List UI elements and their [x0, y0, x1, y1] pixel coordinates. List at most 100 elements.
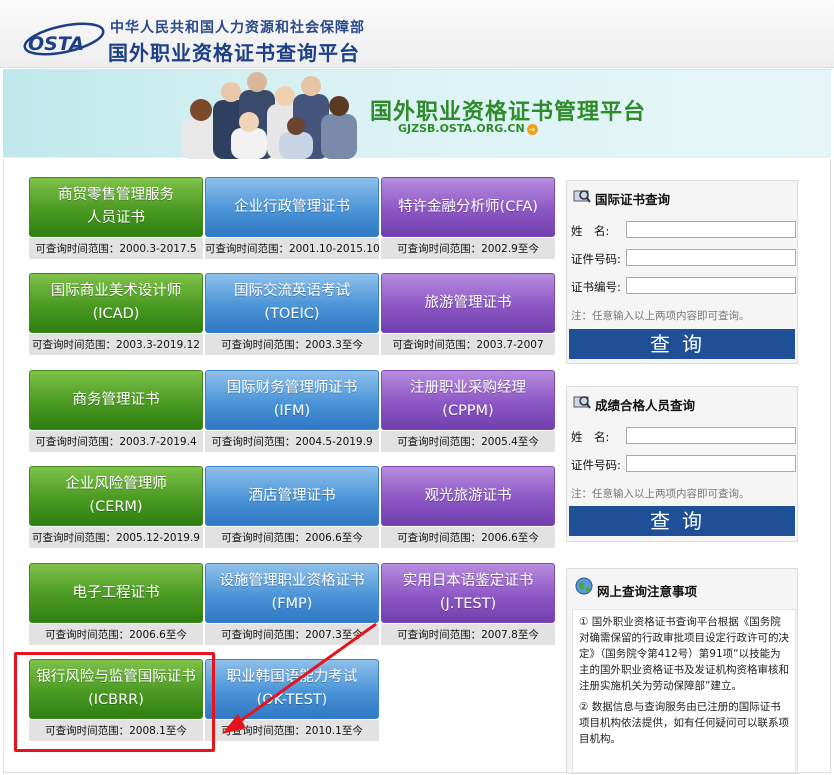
certificate-name[interactable]: 电子工程证书	[73, 582, 160, 605]
certificate-name[interactable]: 设施管理职业资格证书 (FMP)	[220, 570, 365, 616]
query-range-label: 可查询时间范围：2006.6至今	[205, 526, 379, 548]
score-query-panel: 成绩合格人员查询 姓 名: 证件号码: 注：任意输入以上两项内容即可查询。 查询	[566, 386, 798, 542]
query-range-label: 可查询时间范围：2003.7-2007	[381, 333, 555, 355]
certificate-card[interactable]: 观光旅游证书可查询时间范围：2006.6至今	[381, 466, 555, 548]
name-input[interactable]	[626, 427, 796, 444]
cert-query-panel: 国际证书查询 姓 名: 证件号码: 证书编号: 注：任意输入以上两项内容即可查询…	[566, 180, 798, 364]
certificate-button[interactable]: 企业行政管理证书	[205, 177, 379, 237]
notice-item-1: ① 国外职业资格证书查询平台根据《国务院对确需保留的行政审批项目设定行政许可的决…	[579, 616, 789, 692]
certificate-button[interactable]: 设施管理职业资格证书 (FMP)	[205, 563, 379, 623]
query-range-label: 可查询时间范围：2006.6至今	[29, 623, 203, 645]
query-range-label: 可查询时间范围：2008.1至今	[29, 719, 203, 741]
certificate-button[interactable]: 国际商业美术设计师 (ICAD)	[29, 273, 203, 333]
banner-url-text[interactable]: GJZSB.OSTA.ORG.CN	[398, 122, 525, 135]
cert-number-input[interactable]	[626, 277, 796, 294]
id-number-input[interactable]	[626, 249, 796, 266]
cert-query-title: 国际证书查询	[595, 192, 671, 207]
ministry-name: 中华人民共和国人力资源和社会保障部	[110, 20, 365, 36]
name-label: 姓 名:	[571, 224, 610, 238]
certificate-card[interactable]: 银行风险与监管国际证书 (ICBRR) 可查询时间范围：2008.1至今	[29, 659, 203, 741]
query-range-label: 可查询时间范围：2001.10-2015.10	[205, 237, 380, 259]
logo-text: OSTA	[28, 33, 84, 55]
certificate-card[interactable]: 注册职业采购经理 (CPPM) 可查询时间范围：2005.4至今	[381, 370, 555, 452]
query-range-label: 可查询时间范围：2006.6至今	[381, 526, 555, 548]
certificate-button[interactable]: 商贸零售管理服务 人员证书	[29, 177, 203, 237]
arrow-right-icon[interactable]: ➜	[526, 123, 538, 135]
certificate-card[interactable]: 电子工程证书可查询时间范围：2006.6至今	[29, 563, 203, 645]
score-query-title: 成绩合格人员查询	[595, 398, 696, 413]
query-range-label: 可查询时间范围：2003.3-2019.12	[29, 333, 203, 355]
certificate-name[interactable]: 商务管理证书	[73, 389, 160, 412]
id-number-label: 证件号码:	[571, 252, 621, 266]
certificate-button[interactable]: 观光旅游证书	[381, 466, 555, 526]
certificate-button[interactable]: 旅游管理证书	[381, 273, 555, 333]
certificate-button[interactable]: 职业韩国语能力考试 (OK-TEST)	[205, 659, 379, 719]
site-title: 国外职业资格证书查询平台	[108, 41, 360, 65]
certificate-button[interactable]: 国际交流英语考试 (TOEIC)	[205, 273, 379, 333]
certificate-card[interactable]: 设施管理职业资格证书 (FMP) 可查询时间范围：2007.3至今	[205, 563, 379, 645]
certificate-card[interactable]: 国际交流英语考试 (TOEIC) 可查询时间范围：2003.3至今	[205, 273, 379, 355]
certificate-name[interactable]: 国际交流英语考试 (TOEIC)	[234, 280, 350, 326]
notice-item-2: ② 数据信息与查询服务由已注册的国际证书项目机构依法提供，如有任何疑问可以联系项…	[579, 701, 789, 745]
banner-url[interactable]: GJZSB.OSTA.ORG.CN ➜	[398, 122, 538, 135]
certificate-card[interactable]: 企业行政管理证书可查询时间范围：2001.10-2015.10	[205, 177, 380, 259]
people-photo-image	[181, 72, 357, 159]
certificate-card[interactable]: 企业风险管理师 (CERM) 可查询时间范围：2005.12-2019.9	[29, 466, 203, 548]
certificate-card[interactable]: 商贸零售管理服务 人员证书可查询时间范围：2000.3-2017.5	[29, 177, 203, 259]
certificate-name[interactable]: 实用日本语鉴定证书 (J.TEST)	[403, 570, 534, 616]
certificate-card[interactable]: 国际财务管理师证书 (IFM) 可查询时间范围：2004.5-2019.9	[205, 370, 379, 452]
certificate-button[interactable]: 企业风险管理师 (CERM)	[29, 466, 203, 526]
cert-query-button[interactable]: 查询	[569, 329, 795, 359]
query-range-label: 可查询时间范围：2010.1至今	[205, 719, 379, 741]
certificate-card[interactable]: 特许金融分析师(CFA) 可查询时间范围：2002.9至今	[381, 177, 555, 259]
certificate-button[interactable]: 电子工程证书	[29, 563, 203, 623]
cert-number-label: 证书编号:	[571, 280, 621, 294]
score-query-button[interactable]: 查询	[569, 506, 795, 536]
query-range-label: 可查询时间范围：2007.3至今	[205, 623, 379, 645]
certificate-button[interactable]: 银行风险与监管国际证书 (ICBRR)	[29, 659, 203, 719]
certificate-button[interactable]: 酒店管理证书	[205, 466, 379, 526]
page: OSTA 中华人民共和国人力资源和社会保障部 国外职业资格证书查询平台 国外职业…	[0, 0, 834, 775]
notice-body: ① 国外职业资格证书查询平台根据《国务院对确需保留的行政审批项目设定行政许可的决…	[572, 609, 796, 773]
score-query-hint: 注：任意输入以上两项内容即可查询。	[571, 488, 750, 500]
certificate-button[interactable]: 国际财务管理师证书 (IFM)	[205, 370, 379, 430]
certificate-button[interactable]: 特许金融分析师(CFA)	[381, 177, 555, 237]
certificate-button[interactable]: 实用日本语鉴定证书 (J.TEST)	[381, 563, 555, 623]
certificate-name[interactable]: 酒店管理证书	[249, 485, 336, 508]
banner: 国外职业资格证书管理平台 GJZSB.OSTA.ORG.CN ➜	[3, 69, 831, 159]
certificate-name[interactable]: 商贸零售管理服务 人员证书	[58, 184, 174, 230]
cert-query-hint: 注：任意输入以上两项内容即可查询。	[571, 310, 750, 322]
query-range-label: 可查询时间范围：2004.5-2019.9	[205, 430, 379, 452]
name-input[interactable]	[626, 221, 796, 238]
certificate-card[interactable]: 旅游管理证书可查询时间范围：2003.7-2007	[381, 273, 555, 355]
certificate-name[interactable]: 国际商业美术设计师 (ICAD)	[51, 280, 182, 326]
certificate-card[interactable]: 国际商业美术设计师 (ICAD) 可查询时间范围：2003.3-2019.12	[29, 273, 203, 355]
certificate-name[interactable]: 国际财务管理师证书 (IFM)	[227, 377, 358, 423]
query-range-label: 可查询时间范围：2000.3-2017.5	[29, 237, 203, 259]
certificate-button[interactable]: 注册职业采购经理 (CPPM)	[381, 370, 555, 430]
id-number-input[interactable]	[626, 455, 796, 472]
certificate-name[interactable]: 特许金融分析师(CFA)	[398, 196, 538, 219]
query-range-label: 可查询时间范围：2003.7-2019.4	[29, 430, 203, 452]
certificate-name[interactable]: 旅游管理证书	[425, 292, 512, 315]
osta-logo: OSTA	[23, 22, 105, 56]
header: OSTA 中华人民共和国人力资源和社会保障部 国外职业资格证书查询平台	[0, 0, 834, 68]
query-range-label: 可查询时间范围：2005.12-2019.9	[29, 526, 203, 548]
certificate-card[interactable]: 酒店管理证书可查询时间范围：2006.6至今	[205, 466, 379, 548]
name-label: 姓 名:	[571, 430, 610, 444]
notice-panel: 网上查询注意事项 ① 国外职业资格证书查询平台根据《国务院对确需保留的行政审批项…	[566, 568, 798, 774]
certificate-card[interactable]: 实用日本语鉴定证书 (J.TEST) 可查询时间范围：2007.8至今	[381, 563, 555, 645]
certificate-name[interactable]: 职业韩国语能力考试 (OK-TEST)	[227, 666, 358, 712]
certificate-button[interactable]: 商务管理证书	[29, 370, 203, 430]
notice-title: 网上查询注意事项	[597, 584, 698, 599]
certificate-name[interactable]: 注册职业采购经理 (CPPM)	[410, 377, 526, 423]
id-number-label: 证件号码:	[571, 458, 621, 472]
certificate-name[interactable]: 观光旅游证书	[425, 485, 512, 508]
certificate-name[interactable]: 银行风险与监管国际证书 (ICBRR)	[36, 666, 196, 712]
query-range-label: 可查询时间范围：2007.8至今	[381, 623, 555, 645]
certificate-card[interactable]: 职业韩国语能力考试 (OK-TEST) 可查询时间范围：2010.1至今	[205, 659, 379, 741]
certificate-name[interactable]: 企业行政管理证书	[234, 196, 350, 219]
certificate-name[interactable]: 企业风险管理师 (CERM)	[65, 473, 167, 519]
certificate-card[interactable]: 商务管理证书可查询时间范围：2003.7-2019.4	[29, 370, 203, 452]
query-range-label: 可查询时间范围：2005.4至今	[381, 430, 555, 452]
